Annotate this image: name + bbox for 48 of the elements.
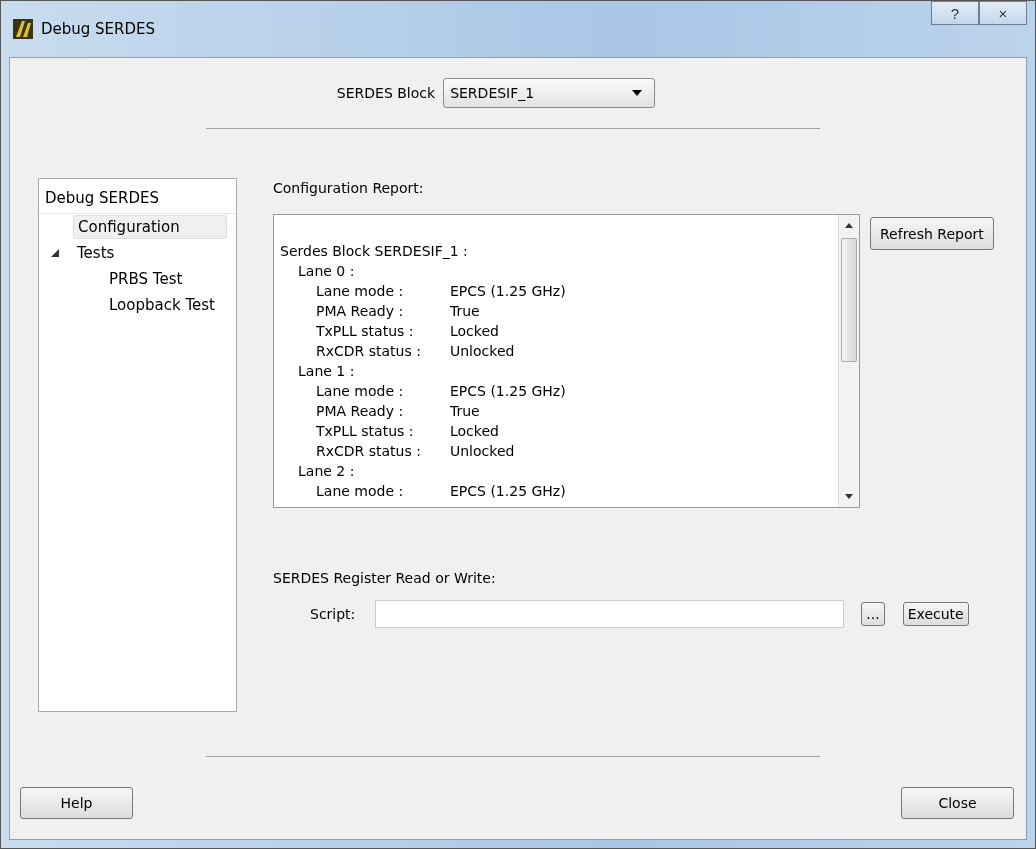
register-label: SERDES Register Read or Write: [273, 570, 497, 586]
field-label: PMA Ready : [316, 402, 405, 421]
tree-item[interactable]: PRBS Test [105, 268, 187, 290]
field-label: RxCDR status : [316, 342, 422, 361]
script-label: Script: [310, 606, 356, 622]
vertical-scrollbar[interactable] [838, 215, 859, 507]
help-button[interactable]: ? [931, 1, 979, 25]
field-label: RxCDR status : [316, 442, 422, 461]
close-button[interactable]: Close [901, 787, 1014, 819]
configuration-report-label: Configuration Report: [273, 180, 425, 198]
scroll-up-arrow-icon[interactable] [845, 223, 853, 228]
field-label: Lane mode : [316, 282, 405, 301]
script-input-field[interactable] [375, 600, 845, 628]
field-label: TxPLL status : [316, 322, 415, 341]
serdes-block-dropdown[interactable]: SERDESIF_1 [443, 78, 656, 108]
field-value: True [450, 402, 480, 421]
dropdown-arrow-icon [632, 90, 643, 96]
close-button[interactable]: × [979, 1, 1027, 25]
field-label: Lane mode : [316, 482, 405, 501]
window-title: Debug SERDES [41, 20, 156, 38]
field-value: True [450, 302, 480, 321]
tree-item[interactable]: Configuration [73, 215, 227, 239]
field-label: PMA Ready : [316, 302, 405, 321]
scroll-down-arrow-icon[interactable] [845, 494, 853, 499]
help-button[interactable]: Help [20, 787, 133, 819]
lane-label: Lane 0 : [297, 262, 356, 281]
scroll-thumb[interactable] [841, 238, 857, 362]
field-value: EPCS (1.25 GHz) [450, 382, 566, 401]
serdes-block-label: SERDES Block [336, 85, 436, 101]
field-label: Lane mode : [316, 382, 405, 401]
execute-button[interactable]: Execute [902, 602, 969, 626]
field-value: Locked [450, 322, 499, 341]
browse-button[interactable]: ... [861, 602, 885, 626]
tree-header: Debug SERDES [39, 179, 236, 214]
tree-item[interactable]: Tests [73, 242, 119, 264]
tree-item[interactable]: Loopback Test [105, 294, 219, 316]
report-heading: Serdes Block SERDESIF_1 : [280, 242, 469, 261]
lane-label: Lane 1 : [297, 362, 356, 381]
field-label: TxPLL status : [316, 422, 415, 441]
refresh-report-button[interactable]: Refresh Report [870, 217, 994, 250]
field-value: Unlocked [450, 442, 515, 461]
expand-triangle-icon[interactable] [51, 249, 59, 257]
lane-label: Lane 2 : [297, 462, 356, 481]
field-value: EPCS (1.25 GHz) [450, 282, 566, 301]
field-value: Unlocked [450, 342, 515, 361]
field-value: Locked [450, 422, 499, 441]
app-logo-icon [13, 19, 33, 39]
field-value: EPCS (1.25 GHz) [450, 482, 566, 501]
